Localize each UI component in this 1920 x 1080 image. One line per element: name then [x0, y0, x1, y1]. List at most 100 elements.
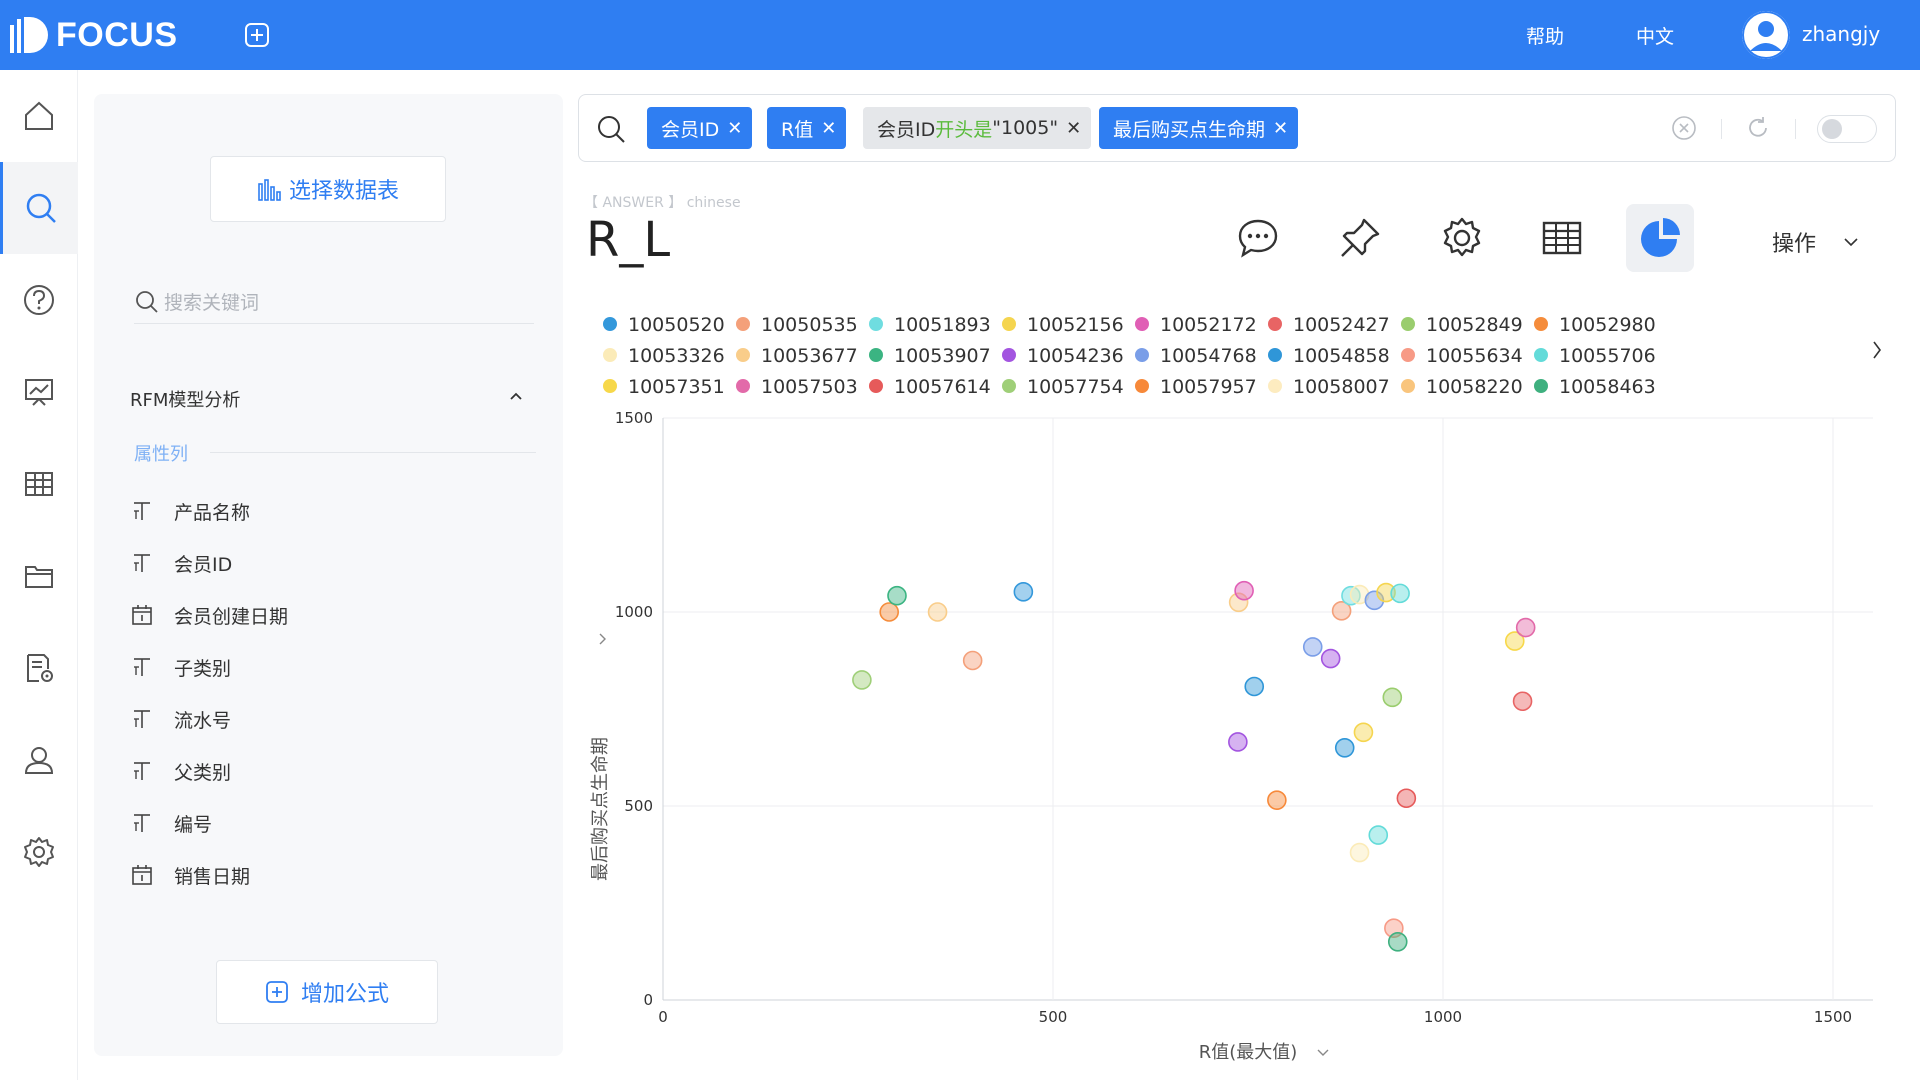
scatter-point[interactable]: [1382, 687, 1403, 708]
legend-item[interactable]: 10052156: [1002, 314, 1124, 336]
scatter-point[interactable]: [1234, 580, 1254, 601]
operations-menu[interactable]: 操作: [1772, 226, 1860, 258]
scatter-point[interactable]: [879, 602, 900, 622]
settings-button[interactable]: [1428, 204, 1496, 272]
scatter-point[interactable]: [887, 585, 907, 606]
legend-item[interactable]: 10057503: [736, 376, 858, 398]
legend-item[interactable]: 10052980: [1534, 314, 1656, 336]
scatter-point[interactable]: [1302, 637, 1323, 657]
query-search-bar[interactable]: 会员ID ✕ R值 ✕ 会员ID 开头是 "1005" ✕ 最后购买点生命期 ✕: [578, 94, 1896, 162]
field-item[interactable]: 流水号: [130, 704, 231, 734]
scatter-point[interactable]: [1512, 691, 1533, 712]
legend-item[interactable]: 10052849: [1401, 314, 1523, 336]
query-chip[interactable]: R值 ✕: [767, 107, 847, 149]
mode-toggle[interactable]: [1817, 115, 1877, 143]
chevron-down-icon[interactable]: [1317, 1049, 1329, 1056]
close-icon[interactable]: ✕: [821, 118, 836, 139]
nav-search[interactable]: [0, 162, 78, 254]
legend-item[interactable]: 10052427: [1268, 314, 1390, 336]
scatter-point[interactable]: [1396, 788, 1417, 809]
field-item[interactable]: 会员ID: [130, 548, 232, 578]
scatter-point[interactable]: [927, 602, 948, 622]
close-icon[interactable]: ✕: [727, 118, 742, 139]
legend-item[interactable]: 10055706: [1534, 345, 1656, 367]
field-item[interactable]: 子类别: [130, 652, 231, 682]
help-link[interactable]: 帮助: [1526, 22, 1564, 49]
scatter-point[interactable]: [1267, 790, 1287, 810]
legend-item[interactable]: 10057351: [603, 376, 725, 398]
legend-item[interactable]: 10055634: [1401, 345, 1523, 367]
keyword-search[interactable]: 搜索关键词: [134, 280, 534, 324]
table-view-button[interactable]: [1528, 204, 1596, 272]
nav-report-settings[interactable]: [0, 622, 78, 714]
legend-item[interactable]: 10058007: [1268, 376, 1390, 398]
field-label: 产品名称: [174, 501, 251, 524]
scatter-point[interactable]: [1013, 582, 1034, 602]
legend-item[interactable]: 10050535: [736, 314, 858, 336]
nav-table[interactable]: [0, 438, 78, 530]
new-tab-icon[interactable]: [244, 22, 270, 48]
scatter-point[interactable]: [852, 670, 872, 690]
x-axis-label[interactable]: R值(最大值): [1199, 1042, 1298, 1063]
pin-button[interactable]: [1326, 204, 1394, 272]
language-switch[interactable]: 中文: [1636, 22, 1674, 49]
nav-folder[interactable]: [0, 530, 78, 622]
legend-item[interactable]: 10050520: [603, 314, 725, 336]
legend-item[interactable]: 10052172: [1135, 314, 1257, 336]
legend-item[interactable]: 10054858: [1268, 345, 1390, 367]
scatter-point[interactable]: [1387, 931, 1408, 952]
close-icon[interactable]: ✕: [1066, 118, 1081, 139]
legend-item[interactable]: 10054236: [1002, 345, 1124, 367]
select-table-button[interactable]: 选择数据表: [210, 156, 446, 222]
field-item[interactable]: 会员创建日期: [130, 600, 288, 630]
nav-dashboard[interactable]: [0, 346, 78, 438]
logo[interactable]: FOCUS: [10, 14, 178, 56]
legend-item[interactable]: 10054768: [1135, 345, 1257, 367]
scatter-point[interactable]: [1368, 825, 1389, 845]
legend-label: 10057503: [761, 376, 858, 398]
legend-item[interactable]: 10058220: [1401, 376, 1523, 398]
avatar[interactable]: [1742, 11, 1790, 59]
scatter-point[interactable]: [1515, 617, 1536, 638]
scatter-point[interactable]: [962, 650, 983, 671]
field-item[interactable]: 产品名称: [130, 496, 250, 526]
legend-item[interactable]: 10057957: [1135, 376, 1257, 398]
chart-type-button[interactable]: [1626, 204, 1694, 272]
query-filter-chip[interactable]: 会员ID 开头是 "1005" ✕: [863, 107, 1092, 149]
field-item[interactable]: 销售日期: [130, 860, 250, 890]
chevron-up-icon[interactable]: [506, 386, 526, 406]
query-chip[interactable]: 最后购买点生命期 ✕: [1099, 107, 1299, 149]
query-chip[interactable]: 会员ID ✕: [647, 107, 753, 149]
field-item[interactable]: 编号: [130, 808, 212, 838]
legend-item[interactable]: 10051893: [869, 314, 991, 336]
scatter-point[interactable]: [1353, 722, 1374, 743]
scatter-point[interactable]: [1244, 676, 1265, 697]
search-icon[interactable]: [595, 113, 627, 145]
nav-help[interactable]: [0, 254, 78, 346]
legend-item[interactable]: 10057754: [1002, 376, 1124, 398]
legend-item[interactable]: 10053677: [736, 345, 858, 367]
scatter-point[interactable]: [1390, 583, 1410, 604]
comment-button[interactable]: [1224, 204, 1292, 272]
legend-item[interactable]: 10057614: [869, 376, 991, 398]
nav-settings[interactable]: [0, 806, 78, 898]
scatter-point[interactable]: [1320, 648, 1341, 669]
legend-next-button[interactable]: [1873, 341, 1881, 359]
table-group-title[interactable]: RFM模型分析: [130, 386, 240, 412]
scatter-point[interactable]: [1334, 737, 1355, 758]
clear-icon[interactable]: [1671, 115, 1697, 141]
field-item[interactable]: 父类别: [130, 756, 231, 786]
y-axis-label[interactable]: 最后购买点生命期: [590, 737, 611, 881]
nav-home[interactable]: [0, 70, 78, 162]
scatter-point[interactable]: [1228, 732, 1248, 752]
chevron-right-icon[interactable]: [599, 633, 606, 645]
legend-item[interactable]: 10058463: [1534, 376, 1656, 398]
add-formula-button[interactable]: 增加公式: [216, 960, 438, 1024]
scatter-point[interactable]: [1349, 842, 1370, 863]
legend-item[interactable]: 10053907: [869, 345, 991, 367]
legend-item[interactable]: 10053326: [603, 345, 725, 367]
nav-user[interactable]: [0, 714, 78, 806]
refresh-icon[interactable]: [1745, 115, 1771, 141]
close-icon[interactable]: ✕: [1273, 118, 1288, 139]
username[interactable]: zhangjy: [1802, 22, 1880, 46]
